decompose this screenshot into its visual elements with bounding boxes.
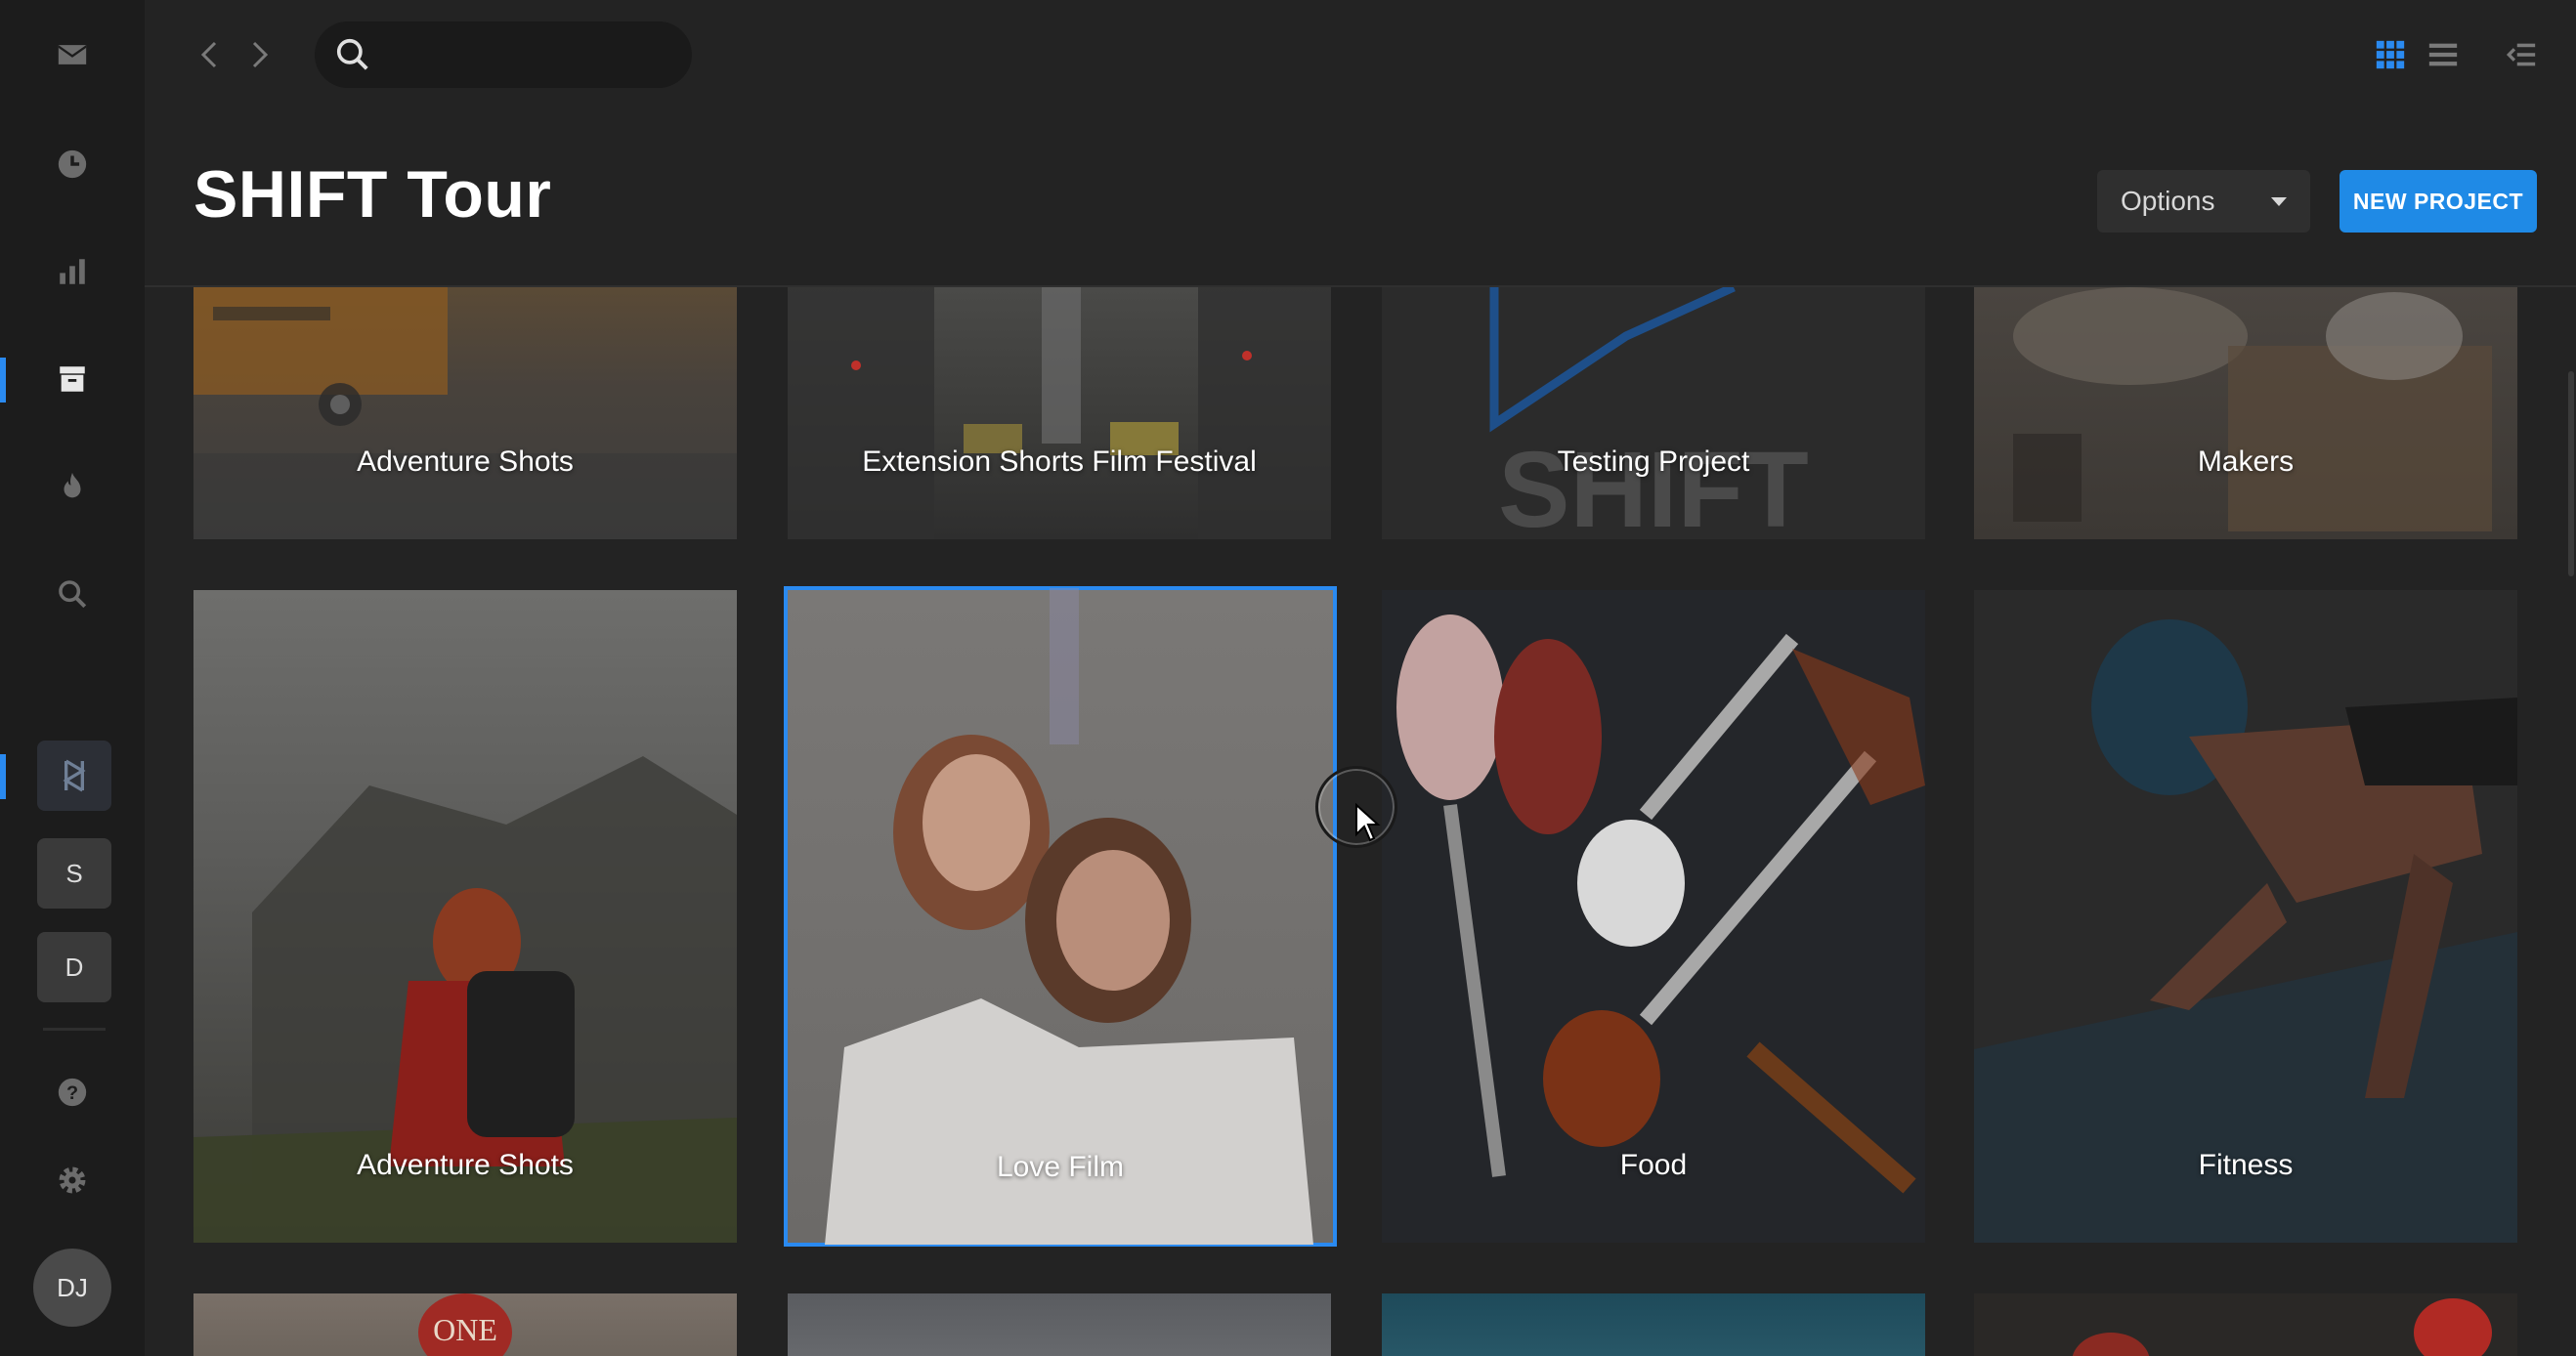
hiker-thumbnail (193, 756, 737, 1243)
help-icon[interactable]: ? (43, 1063, 102, 1122)
search-icon[interactable] (43, 565, 102, 623)
project-title: Makers (2197, 445, 2295, 478)
sidebar: S D ? DJ (0, 0, 145, 1356)
list-view-icon[interactable] (2422, 33, 2465, 76)
avatar-initials: DJ (57, 1272, 88, 1302)
svg-text:?: ? (66, 1082, 78, 1104)
project-title: Adventure Shots (357, 1149, 574, 1181)
project-title: Testing Project (1557, 445, 1750, 478)
page-title: SHIFT Tour (193, 157, 552, 232)
project-card[interactable] (1382, 1293, 1925, 1356)
forward-arrow-icon[interactable] (240, 35, 279, 74)
mouse-pointer-icon (1355, 803, 1381, 842)
workspace-s[interactable]: S (37, 838, 111, 909)
project-title: Adventure Shots (357, 445, 574, 478)
workspace-d[interactable]: D (37, 932, 111, 1002)
fitness-thumbnail (1974, 619, 2517, 1243)
workspace-s-label: S (65, 858, 83, 888)
pottery-thumbnail (2013, 287, 2492, 531)
portrait-thumbnail (825, 588, 1313, 1245)
workspace-d-label: D (64, 952, 84, 982)
active-indicator (0, 358, 6, 403)
project-card[interactable]: Adventure Shots (193, 287, 737, 539)
search-bar[interactable] (315, 21, 692, 88)
options-label: Options (2121, 186, 2215, 216)
gear-icon[interactable] (43, 1151, 102, 1209)
project-card[interactable]: Extension Shorts Film Festival (788, 287, 1331, 539)
avatar[interactable]: DJ (33, 1249, 111, 1327)
project-title: Food (1619, 1149, 1688, 1181)
search-input[interactable] (385, 39, 678, 70)
project-card[interactable]: Fitness (1974, 590, 2517, 1243)
coffee-thumbnail: ONE (418, 1293, 512, 1356)
project-card[interactable]: ONE (193, 1293, 737, 1356)
sidebar-divider (43, 1028, 106, 1031)
collapse-panel-icon[interactable] (2500, 33, 2543, 76)
flame-icon[interactable] (43, 457, 102, 516)
street-thumbnail (788, 287, 1331, 539)
project-card[interactable] (1974, 1293, 2517, 1356)
back-arrow-icon[interactable] (190, 35, 229, 74)
clock-icon[interactable] (43, 135, 102, 193)
scrollbar[interactable] (2568, 371, 2574, 576)
archive-icon[interactable] (43, 350, 102, 408)
project-title: Extension Shorts Film Festival (862, 445, 1257, 478)
grid-view-icon[interactable] (2369, 33, 2412, 76)
dessert-thumbnail (2072, 1298, 2492, 1356)
caret-down-icon (2271, 197, 2287, 206)
options-dropdown[interactable]: Options (2097, 170, 2310, 233)
spices-thumbnail (1396, 614, 1925, 1194)
new-project-button[interactable]: NEW PROJECT (2340, 170, 2537, 233)
workspace-active-indicator (0, 754, 6, 799)
project-title: Fitness (2198, 1149, 2294, 1181)
project-card[interactable] (788, 1293, 1331, 1356)
project-card[interactable]: Adventure Shots (193, 590, 737, 1243)
project-card[interactable]: Makers (1974, 287, 2517, 539)
project-card[interactable]: SHIFT Testing Project (1382, 287, 1925, 539)
bar-chart-icon[interactable] (43, 242, 102, 301)
badge-text: ONE (433, 1312, 497, 1347)
shift-logo-thumbnail: SHIFT (1489, 287, 1809, 539)
project-card-selected[interactable]: Love Film (784, 586, 1337, 1247)
taxi-thumbnail (193, 287, 737, 539)
shift-logo-icon[interactable] (37, 741, 111, 811)
search-icon (336, 38, 368, 70)
project-card[interactable]: Food (1382, 590, 1925, 1243)
project-title: Love Film (996, 1151, 1125, 1183)
mail-icon[interactable] (43, 25, 102, 84)
